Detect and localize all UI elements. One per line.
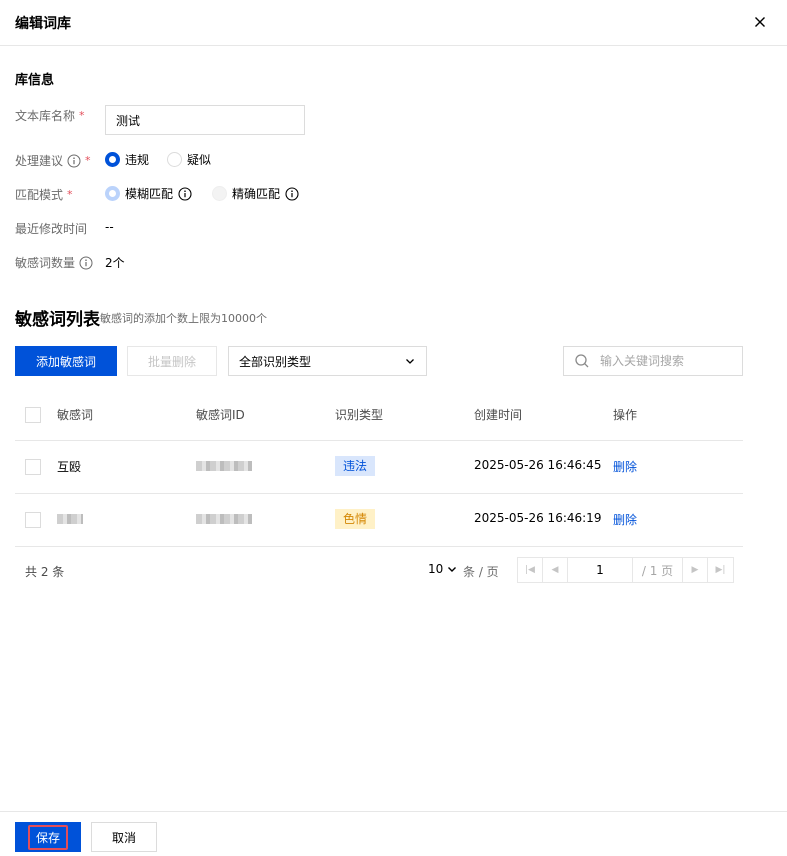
add-word-button[interactable]: 添加敏感词: [15, 346, 117, 376]
radio-label: 精确匹配: [232, 187, 281, 201]
info-icon[interactable]: [285, 186, 299, 201]
page-size-value: 10: [428, 562, 444, 576]
word-id-redacted: [196, 514, 252, 524]
radio-disabled-indicator: [212, 186, 227, 201]
last-page-icon[interactable]: ▶|: [708, 558, 733, 582]
prev-page-icon[interactable]: ◀: [543, 558, 568, 582]
word-count-label: 敏感词数量: [15, 254, 93, 271]
library-name-input[interactable]: [105, 105, 305, 135]
suggestion-label-text: 处理建议: [15, 154, 64, 168]
table-row: 色情 2025-05-26 16:46:19 删除: [15, 494, 743, 547]
required-mark: *: [79, 109, 85, 122]
radio-label: 疑似: [187, 153, 212, 167]
column-header-type: 识别类型: [335, 408, 384, 422]
radio-fuzzy-match[interactable]: 模糊匹配: [105, 185, 192, 202]
name-label: 文本库名称 *: [15, 107, 85, 124]
word-cell: 互殴: [57, 460, 82, 474]
column-header-id: 敏感词ID: [196, 408, 245, 422]
info-icon[interactable]: [67, 154, 81, 168]
radio-suspected[interactable]: 疑似: [167, 151, 211, 168]
modified-time-value: --: [105, 220, 114, 234]
pager: |◀ ◀ / 1 页 ▶ ▶|: [517, 557, 734, 583]
search-icon: [574, 353, 590, 369]
match-mode-label: 匹配模式 *: [15, 186, 73, 203]
type-tag: 违法: [335, 456, 376, 476]
save-button-label: 保存: [27, 824, 68, 850]
page-total: / 1 页: [633, 558, 683, 582]
name-label-text: 文本库名称: [15, 109, 76, 123]
cancel-button[interactable]: 取消: [91, 822, 157, 852]
word-count-value: 2个: [105, 256, 125, 270]
list-subtitle: 敏感词的添加个数上限为10000个: [100, 312, 267, 325]
list-title: 敏感词列表: [15, 310, 100, 330]
radio-exact-match[interactable]: 精确匹配: [212, 185, 299, 202]
created-time-cell: 2025-05-26 16:46:19: [474, 511, 602, 525]
batch-delete-button[interactable]: 批量删除: [127, 346, 217, 376]
pagination-total: 共 2 条: [25, 565, 65, 579]
delete-link[interactable]: 删除: [613, 511, 637, 528]
save-button[interactable]: 保存: [15, 822, 81, 852]
next-page-icon[interactable]: ▶: [683, 558, 708, 582]
chevron-down-icon: [448, 567, 457, 572]
column-header-action: 操作: [613, 408, 638, 422]
search-box[interactable]: [563, 346, 743, 376]
select-all-checkbox[interactable]: [25, 407, 41, 423]
delete-link[interactable]: 删除: [613, 458, 637, 475]
row-checkbox[interactable]: [25, 512, 41, 528]
count-label-text: 敏感词数量: [15, 256, 76, 270]
dialog-title: 编辑词库: [15, 16, 71, 32]
radio-label: 违规: [125, 153, 150, 167]
info-icon[interactable]: [79, 256, 93, 270]
page-size-unit: 条 / 页: [463, 565, 499, 579]
page-size-select[interactable]: 10: [428, 562, 457, 576]
row-checkbox[interactable]: [25, 459, 41, 475]
radio-checked-indicator: [105, 152, 120, 167]
info-icon[interactable]: [178, 186, 192, 201]
table-row: 互殴 违法 2025-05-26 16:46:45 删除: [15, 441, 743, 494]
column-header-created: 创建时间: [474, 408, 523, 422]
dialog-footer: 保存 取消: [0, 811, 787, 856]
match-label-text: 匹配模式: [15, 188, 64, 202]
modified-time-label: 最近修改时间: [15, 222, 88, 236]
created-time-cell: 2025-05-26 16:46:45: [474, 458, 602, 472]
search-input[interactable]: [600, 354, 740, 368]
close-icon[interactable]: [752, 14, 768, 30]
required-mark: *: [67, 188, 73, 201]
radio-unchecked-indicator: [167, 152, 182, 167]
suggestion-label: 处理建议 *: [15, 152, 91, 169]
required-mark: *: [85, 154, 91, 167]
radio-checked-disabled-indicator: [105, 186, 120, 201]
type-filter-select[interactable]: 全部识别类型: [228, 346, 427, 376]
dialog-header: 编辑词库: [0, 0, 787, 46]
page-number-input[interactable]: [568, 558, 633, 582]
column-header-word: 敏感词: [57, 408, 94, 422]
chevron-down-icon: [404, 355, 416, 367]
section-title-info: 库信息: [15, 73, 55, 88]
first-page-icon[interactable]: |◀: [518, 558, 543, 582]
radio-violation[interactable]: 违规: [105, 151, 149, 168]
type-filter-value: 全部识别类型: [239, 354, 312, 369]
radio-label: 模糊匹配: [125, 187, 174, 201]
type-tag: 色情: [335, 509, 376, 529]
table-header: 敏感词 敏感词ID 识别类型 创建时间 操作: [15, 389, 743, 441]
word-redacted: [57, 514, 83, 524]
word-id-redacted: [196, 461, 252, 471]
